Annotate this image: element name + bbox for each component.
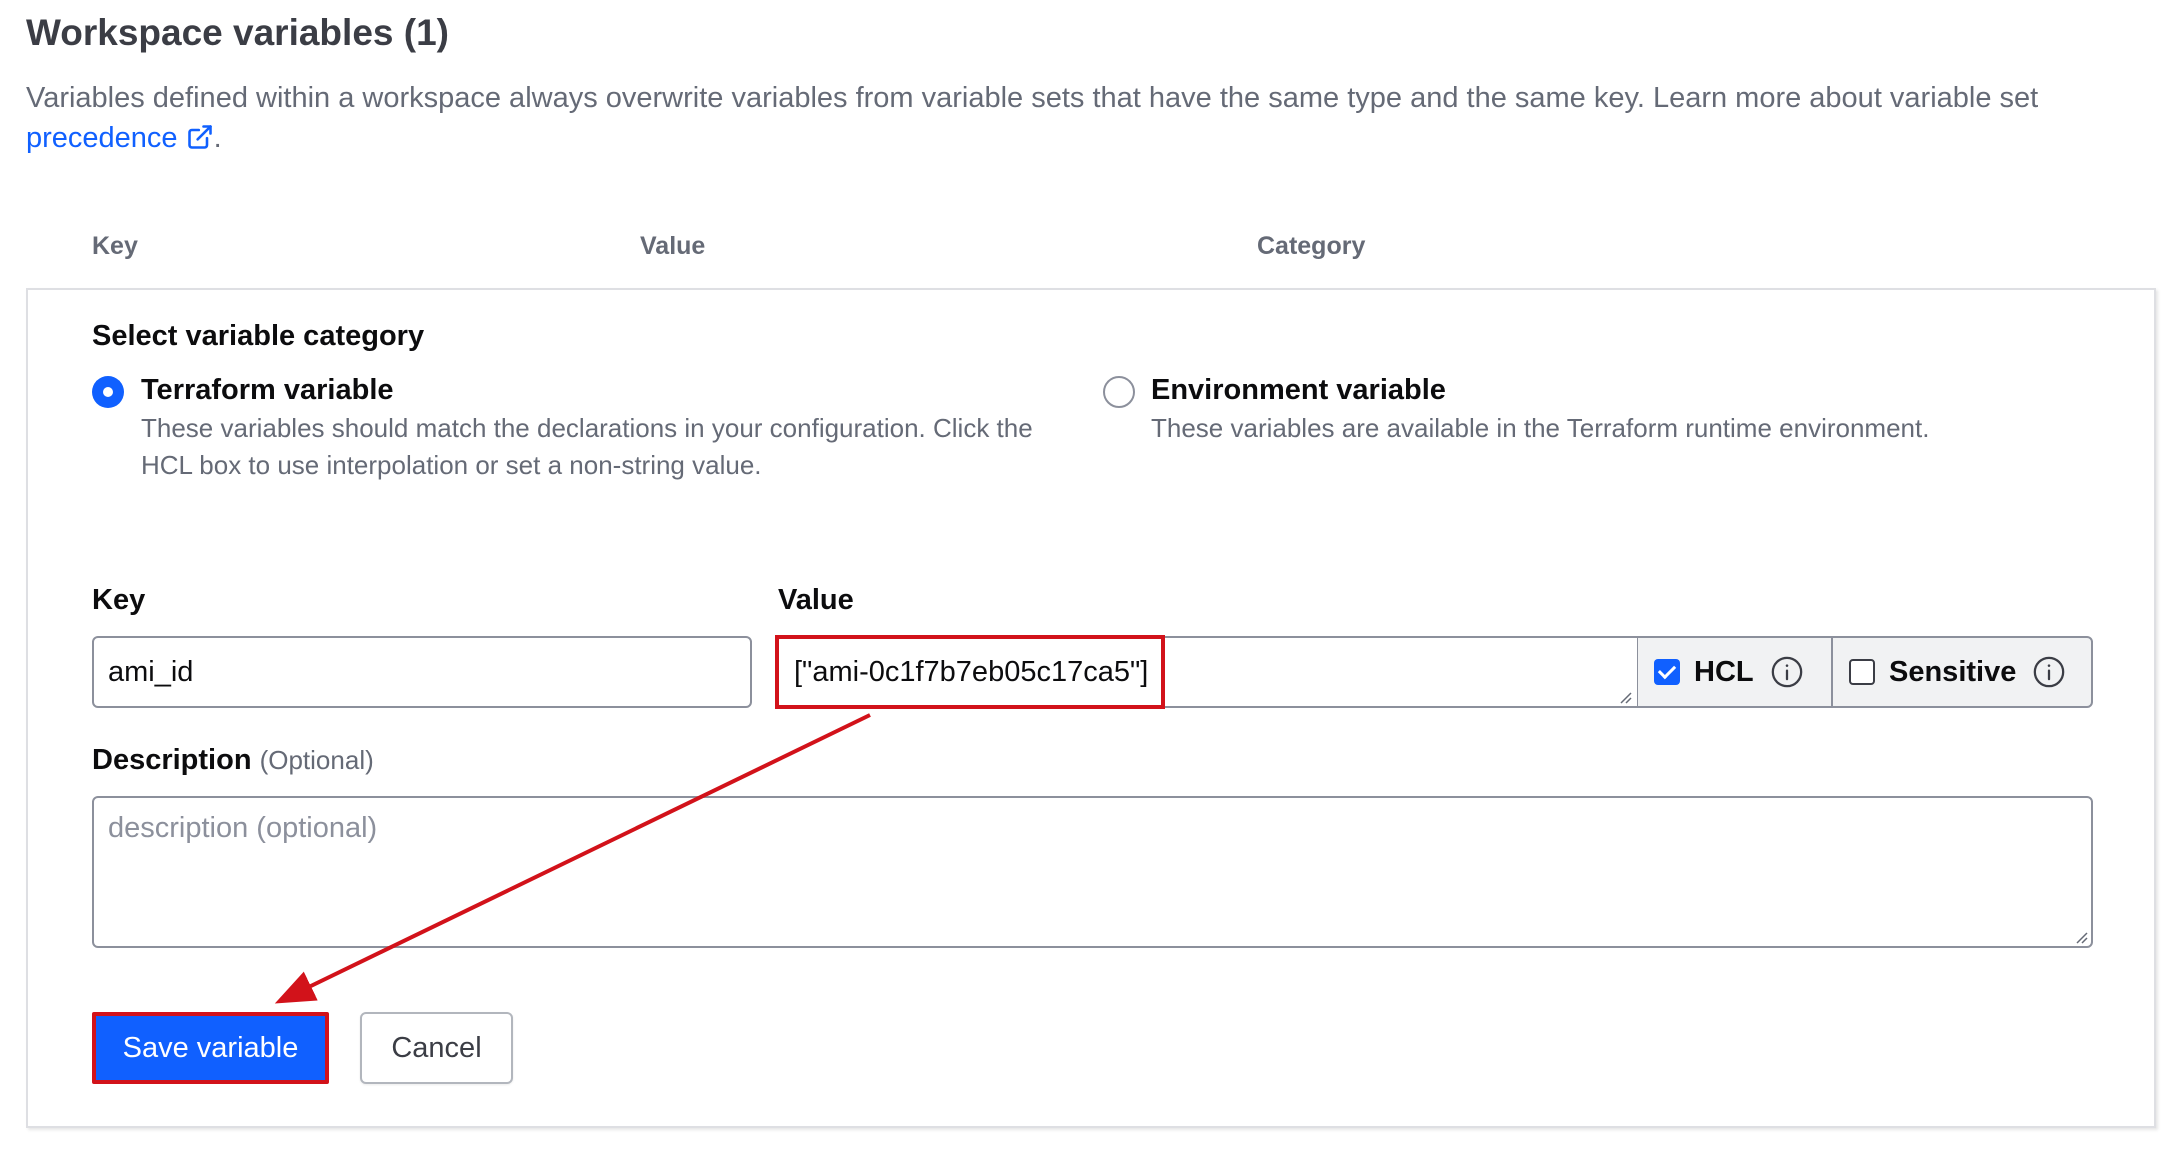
precedence-link-label: precedence — [26, 122, 178, 154]
hcl-checkbox[interactable] — [1654, 659, 1680, 685]
column-header-value: Value — [640, 232, 706, 260]
intro-description: Variables defined within a workspace alw… — [26, 82, 2039, 114]
key-label: Key — [92, 584, 146, 616]
description-label-text: Description — [92, 744, 252, 776]
intro-text: Variables defined within a workspace alw… — [26, 78, 2126, 158]
column-header-category: Category — [1257, 232, 1366, 260]
description-textarea[interactable] — [92, 796, 2093, 948]
environment-variable-label[interactable]: Environment variable — [1151, 374, 1446, 407]
environment-variable-radio[interactable] — [1103, 376, 1135, 408]
terraform-variable-radio[interactable] — [92, 376, 124, 408]
page-title: Workspace variables (1) — [26, 12, 449, 53]
cancel-button[interactable]: Cancel — [360, 1012, 513, 1084]
info-icon[interactable] — [1770, 655, 1804, 689]
value-input[interactable]: ["ami-0c1f7b7eb05c17ca5"] — [776, 636, 1639, 708]
terraform-variable-label[interactable]: Terraform variable — [141, 374, 394, 407]
precedence-link[interactable]: precedence — [26, 122, 214, 154]
sensitive-toggle[interactable]: Sensitive — [1831, 636, 2093, 708]
save-variable-button[interactable]: Save variable — [92, 1012, 329, 1084]
category-title: Select variable category — [92, 320, 425, 352]
environment-variable-description: These variables are available in the Ter… — [1151, 413, 1930, 443]
sensitive-checkbox[interactable] — [1849, 659, 1875, 685]
value-label: Value — [778, 584, 854, 616]
column-header-key: Key — [92, 232, 138, 260]
description-optional: (Optional) — [259, 745, 374, 775]
key-input[interactable]: ami_id — [92, 636, 752, 708]
intro-end: . — [213, 122, 222, 154]
external-link-icon — [187, 125, 212, 149]
terraform-variable-description: These variables should match the declara… — [141, 413, 1033, 480]
info-icon[interactable] — [2032, 655, 2066, 689]
description-label: Description (Optional) — [92, 744, 374, 777]
hcl-label: HCL — [1694, 655, 1754, 688]
sensitive-label: Sensitive — [1889, 655, 2017, 688]
hcl-toggle[interactable]: HCL — [1637, 636, 1833, 708]
resize-grip-icon[interactable] — [2074, 930, 2088, 944]
resize-grip-icon[interactable] — [1618, 690, 1632, 704]
